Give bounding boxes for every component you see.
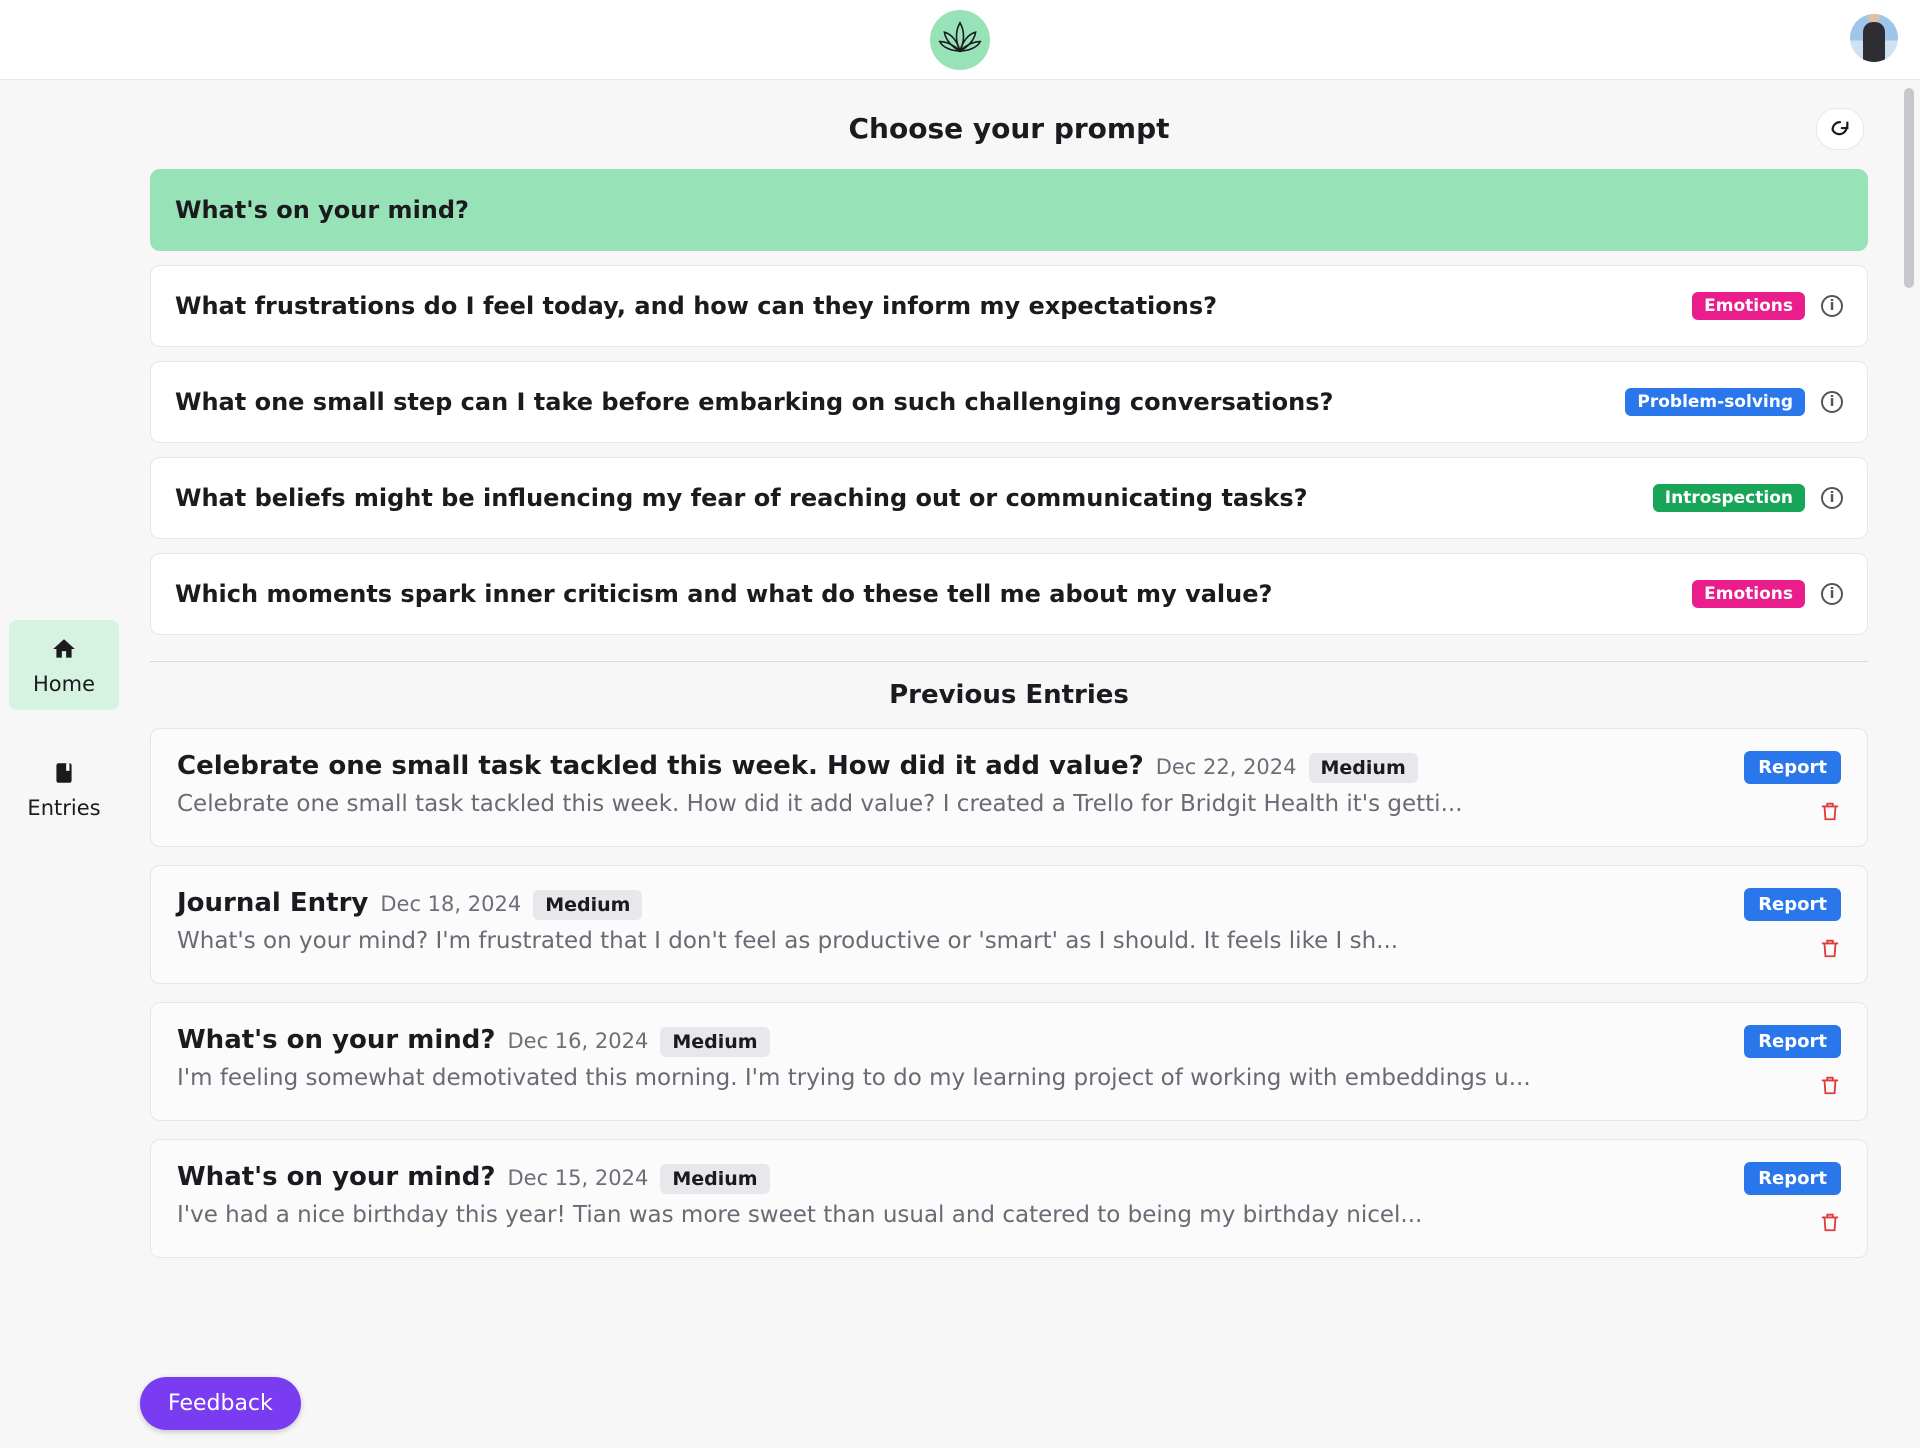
sidebar: Home Entries <box>0 80 128 1448</box>
entries-list: Celebrate one small task tackled this we… <box>150 728 1868 1258</box>
delete-icon[interactable] <box>1819 937 1841 961</box>
entry-date: Dec 22, 2024 <box>1156 755 1297 779</box>
report-button[interactable]: Report <box>1744 1162 1841 1195</box>
feedback-button[interactable]: Feedback <box>140 1377 301 1430</box>
entry-title: Celebrate one small task tackled this we… <box>177 751 1144 781</box>
prompt-text: Which moments spark inner criticism and … <box>175 580 1676 608</box>
sidebar-item-label: Home <box>33 672 95 696</box>
entry-card[interactable]: What's on your mind? Dec 16, 2024 Medium I'… <box>150 1002 1868 1121</box>
entry-length: Medium <box>660 1027 769 1057</box>
entry-main: Journal Entry Dec 18, 2024 Medium What's on… <box>177 888 1726 954</box>
entries-title: Previous Entries <box>150 680 1868 710</box>
prompt-text: What beliefs might be influencing my fea… <box>175 484 1637 512</box>
entry-actions: Report <box>1744 888 1841 961</box>
prompt-card[interactable]: What frustrations do I feel today, and h… <box>150 265 1868 347</box>
delete-icon[interactable] <box>1819 800 1841 824</box>
prompt-tag: Emotions <box>1692 580 1805 608</box>
entry-length: Medium <box>1309 753 1418 783</box>
entry-actions: Report <box>1744 1025 1841 1098</box>
user-avatar[interactable] <box>1850 14 1898 62</box>
sidebar-item-label: Entries <box>27 796 100 820</box>
prompt-text: What one small step can I take before em… <box>175 388 1609 416</box>
prompt-card[interactable]: What one small step can I take before em… <box>150 361 1868 443</box>
refresh-icon <box>1829 118 1851 140</box>
prompts-title: Choose your prompt <box>150 112 1868 145</box>
entry-title: Journal Entry <box>177 888 368 918</box>
prompts-list: What's on your mind? What frustrations do… <box>150 169 1868 635</box>
prompt-card[interactable]: What's on your mind? <box>150 169 1868 251</box>
sidebar-item-entries[interactable]: Entries <box>9 744 119 834</box>
entry-length: Medium <box>533 890 642 920</box>
home-icon <box>51 636 77 662</box>
entry-card[interactable]: Celebrate one small task tackled this we… <box>150 728 1868 847</box>
entry-actions: Report <box>1744 751 1841 824</box>
app-logo[interactable] <box>930 10 990 70</box>
entry-title: What's on your mind? <box>177 1025 495 1055</box>
entry-actions: Report <box>1744 1162 1841 1235</box>
lotus-icon <box>935 15 985 65</box>
entry-date: Dec 18, 2024 <box>380 892 521 916</box>
prompt-text: What frustrations do I feel today, and h… <box>175 292 1676 320</box>
entry-card[interactable]: Journal Entry Dec 18, 2024 Medium What's on… <box>150 865 1868 984</box>
entry-preview: What's on your mind? I'm frustrated that… <box>177 928 1726 954</box>
sidebar-item-home[interactable]: Home <box>9 620 119 710</box>
info-icon[interactable]: i <box>1821 583 1843 605</box>
entry-card[interactable]: What's on your mind? Dec 15, 2024 Medium I'… <box>150 1139 1868 1258</box>
entry-title: What's on your mind? <box>177 1162 495 1192</box>
info-icon[interactable]: i <box>1821 487 1843 509</box>
journal-icon <box>51 760 77 786</box>
entry-date: Dec 16, 2024 <box>507 1029 648 1053</box>
entry-main: What's on your mind? Dec 16, 2024 Medium I'… <box>177 1025 1726 1091</box>
prompt-tag: Emotions <box>1692 292 1805 320</box>
prompt-text: What's on your mind? <box>175 196 1843 224</box>
entry-date: Dec 15, 2024 <box>507 1166 648 1190</box>
entry-main: Celebrate one small task tackled this we… <box>177 751 1726 817</box>
info-icon[interactable]: i <box>1821 295 1843 317</box>
prompt-tag: Introspection <box>1653 484 1805 512</box>
entry-length: Medium <box>660 1164 769 1194</box>
top-bar <box>0 0 1920 80</box>
prompt-card[interactable]: What beliefs might be influencing my fea… <box>150 457 1868 539</box>
refresh-button[interactable] <box>1816 108 1864 150</box>
prompt-card[interactable]: Which moments spark inner criticism and … <box>150 553 1868 635</box>
entry-preview: I've had a nice birthday this year! Tian… <box>177 1202 1726 1228</box>
main-content: Choose your prompt What's on your mind?W… <box>128 80 1920 1448</box>
report-button[interactable]: Report <box>1744 1025 1841 1058</box>
entry-preview: I'm feeling somewhat demotivated this mo… <box>177 1065 1726 1091</box>
report-button[interactable]: Report <box>1744 888 1841 921</box>
scrollbar-thumb[interactable] <box>1904 88 1914 288</box>
delete-icon[interactable] <box>1819 1074 1841 1098</box>
prompt-tag: Problem-solving <box>1625 388 1805 416</box>
entry-preview: Celebrate one small task tackled this we… <box>177 791 1726 817</box>
entry-main: What's on your mind? Dec 15, 2024 Medium I'… <box>177 1162 1726 1228</box>
delete-icon[interactable] <box>1819 1211 1841 1235</box>
info-icon[interactable]: i <box>1821 391 1843 413</box>
report-button[interactable]: Report <box>1744 751 1841 784</box>
section-divider <box>150 661 1868 662</box>
